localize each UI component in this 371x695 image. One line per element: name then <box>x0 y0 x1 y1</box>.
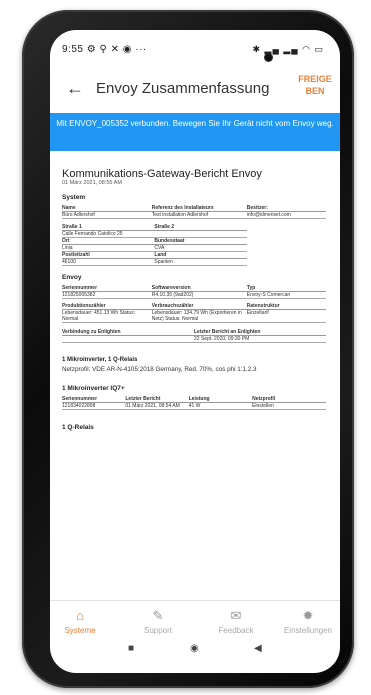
status-bar: 9:55 ⚙ ⚲ ✕ ◉ ··· ✱ ▂▄ ▂▄ ◠ ▭ <box>50 30 340 55</box>
table-cell: Test installation Adlershof <box>151 211 247 219</box>
wrench-icon: ✎ <box>152 608 164 623</box>
system-nav-bar: ■ ◉ ◀ <box>50 638 340 664</box>
app-bar: ← Envoy Zusammenfassung FREIGEBEN <box>50 70 340 114</box>
page-title: Envoy Zusammenfassung <box>96 80 270 97</box>
phone-screen: 9:55 ⚙ ⚲ ✕ ◉ ··· ✱ ▂▄ ▂▄ ◠ ▭ ← Envoy Zus… <box>50 30 340 673</box>
divider <box>50 600 340 601</box>
system-table: Name Referenz des Installateurs Besitzer… <box>62 205 326 219</box>
status-left: 9:55 ⚙ ⚲ ✕ ◉ ··· <box>62 44 147 55</box>
tab-einstellungen[interactable]: ✹ Einstellungen <box>272 608 340 635</box>
system-heading: System <box>62 194 86 201</box>
back-nav-icon[interactable]: ◀ <box>254 643 262 654</box>
report-title: Kommunikations-Gateway-Bericht Envoy <box>62 168 262 180</box>
tab-label: Einstellungen <box>283 626 333 635</box>
table-cell: 01 März 2021, 08:54 AM <box>125 402 189 410</box>
micro-heading: 1 Mikroinverter IQ7+ <box>62 385 125 392</box>
table-cell: 41 W <box>188 402 253 410</box>
grid-profile: Netzprofil: VDE AR-N-4105:2018 Germany, … <box>62 366 257 373</box>
relay-heading: 1 Q-Relais <box>62 424 94 431</box>
micro-table: Seriennummer Letzter Bericht Leistung Ne… <box>62 396 326 410</box>
feedback-icon: ✉ <box>230 608 242 623</box>
table-cell <box>62 335 194 343</box>
table-cell: R4.10.35 (9ad202) <box>151 291 247 299</box>
table-cell: Envoy-S Comercan <box>246 291 326 299</box>
table-header: Postleitzahl <box>62 251 155 259</box>
table-cell: 121834022898 <box>62 402 126 410</box>
home-icon: ⌂ <box>76 608 84 623</box>
status-notification-icons: ⚙ ⚲ ✕ ◉ ··· <box>86 44 147 55</box>
table-cell: Lebensdauer: 134.79 Wh (Exportieren in N… <box>151 309 247 323</box>
table-header: Bundesstaat <box>154 237 247 245</box>
meter-table: Produktionszähler Verbrauchszähler Raten… <box>62 303 326 323</box>
table-cell: Lebensdauer: 451.13 Wh Status: Normal <box>62 309 152 323</box>
tab-support[interactable]: ✎ Support <box>122 608 194 635</box>
share-button[interactable]: FREIGEBEN <box>298 73 332 97</box>
table-cell: 22 Sept. 2020, 09:30 PM <box>194 335 326 343</box>
table-cell <box>154 230 247 238</box>
table-cell: Calle Fernando Catolico 25 <box>62 230 155 238</box>
table-header: Ort <box>62 237 155 245</box>
home-nav-icon[interactable]: ◉ <box>190 643 199 654</box>
status-system-icons: ✱ ▂▄ ▂▄ ◠ ▭ <box>252 44 324 54</box>
table-cell: Einzeltarif <box>246 309 326 323</box>
table-cell: 121825005382 <box>62 291 152 299</box>
back-arrow-icon[interactable]: ← <box>66 78 84 99</box>
envoy-heading: Envoy <box>62 274 82 281</box>
tab-feedback[interactable]: ✉ Feedback <box>200 608 272 635</box>
table-cell: Spanien <box>154 258 247 266</box>
recent-apps-icon[interactable]: ■ <box>128 643 134 654</box>
micro-summary: 1 Mikroinverter, 1 Q-Relais <box>62 357 138 363</box>
envoy-table: Seriennummer Softwareversion Typ 1218250… <box>62 285 326 299</box>
table-cell: info@idmensel.com <box>246 211 326 219</box>
report-content: Kommunikations-Gateway-Bericht Envoy 01 … <box>62 166 326 435</box>
table-header: Land <box>154 251 247 259</box>
tab-systeme[interactable]: ⌂ Systeme <box>50 608 116 635</box>
tab-label: Support <box>143 626 173 635</box>
connection-banner: Mit ENVOY_005352 verbunden. Bewegen Sie … <box>50 113 340 151</box>
tab-label: Systeme <box>64 626 96 635</box>
table-cell: Linia <box>62 244 155 252</box>
report-date: 01 März 2021, 08:55 AM <box>62 180 122 186</box>
table-cell: Büro Adlershof <box>62 211 152 219</box>
enlighten-table: Verbindung zu Enlighten Letzter Bericht … <box>62 329 326 343</box>
status-time: 9:55 <box>62 44 84 55</box>
gear-icon: ✹ <box>302 608 314 623</box>
table-cell: Einstellen <box>252 402 326 410</box>
tab-label: Feedback <box>218 626 254 635</box>
table-cell: 46100 <box>62 258 155 266</box>
front-camera <box>265 54 272 61</box>
address-table: Straße 1 Straße 2 Calle Fernando Catolic… <box>62 224 247 266</box>
table-cell: CVA <box>154 244 247 252</box>
